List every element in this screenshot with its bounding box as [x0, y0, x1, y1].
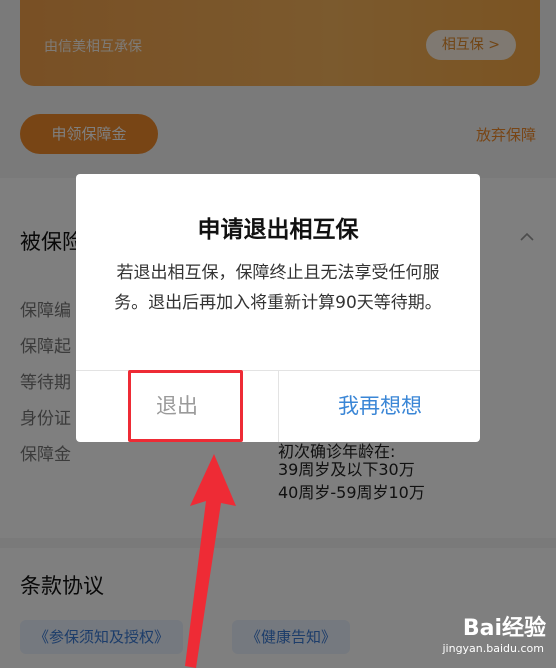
watermark-url: jingyan.baidu.com — [442, 642, 544, 655]
page: 由信美相互承保 相互保 > 申领保障金 放弃保障 被保险 保障编 保障起 等待期… — [0, 0, 556, 668]
dialog-message: 若退出相互保，保障终止且无法享受任何服务。退出后再加入将重新计算90天等待期。 — [114, 263, 442, 313]
highlight-box — [128, 370, 243, 442]
watermark-logo: Bai经验 — [462, 616, 546, 641]
watermark: Bai经验 jingyan.baidu.com — [416, 602, 546, 662]
reconsider-button[interactable]: 我再想想 — [279, 371, 481, 442]
arrow-up-icon — [185, 454, 236, 668]
dialog-title: 申请退出相互保 — [197, 217, 359, 243]
